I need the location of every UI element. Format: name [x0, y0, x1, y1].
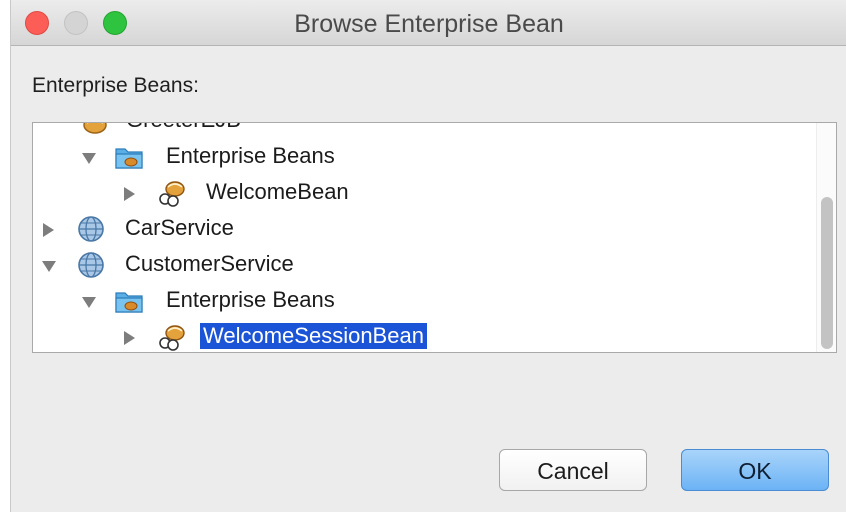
expand-arrow-icon[interactable] [124, 331, 135, 345]
globe-icon [78, 252, 104, 278]
tree-node-label: WelcomeBean [206, 179, 349, 204]
ok-button[interactable]: OK [681, 449, 829, 491]
tree-node-customerservice[interactable]: CustomerService [33, 247, 813, 283]
session-bean-icon [159, 181, 185, 207]
title-bar[interactable]: Browse Enterprise Bean [11, 0, 846, 46]
browse-enterprise-bean-dialog: Browse Enterprise Bean Enterprise Beans:… [10, 0, 846, 512]
tree-node-welcomebean[interactable]: WelcomeBean [33, 175, 813, 211]
bean-folder-icon [115, 148, 143, 169]
tree-node-welcomesessionbean[interactable]: WelcomeSessionBean [33, 319, 813, 352]
expand-arrow-icon[interactable] [124, 187, 135, 201]
enterprise-beans-label: Enterprise Beans: [32, 74, 199, 97]
tree-node-label-selected: WelcomeSessionBean [200, 323, 427, 349]
window-title: Browse Enterprise Bean [294, 10, 564, 38]
tree-node-label: Enterprise Beans [166, 287, 335, 312]
tree-node-label: CustomerService [125, 251, 294, 276]
cancel-button[interactable]: Cancel [499, 449, 647, 491]
collapse-arrow-icon[interactable] [82, 297, 96, 308]
collapse-arrow-icon[interactable] [82, 153, 96, 164]
session-bean-icon [159, 325, 185, 351]
vertical-scrollbar[interactable] [816, 123, 836, 352]
enterprise-beans-tree[interactable]: GreeterEJB Enterprise Beans WelcomeBean [32, 122, 837, 353]
collapse-arrow-icon[interactable] [42, 261, 56, 272]
scrollbar-thumb[interactable] [821, 197, 833, 349]
tree-node-enterprise-beans-1[interactable]: Enterprise Beans [33, 139, 813, 175]
globe-icon [78, 216, 104, 242]
tree-node-label: GreeterEJB [123, 123, 244, 133]
tree-node-enterprise-beans-2[interactable]: Enterprise Beans [33, 283, 813, 319]
expand-arrow-icon[interactable] [43, 223, 54, 237]
tree-node-label: Enterprise Beans [166, 143, 335, 168]
bean-folder-icon [115, 292, 143, 313]
jar-bean-icon [83, 123, 107, 134]
tree-node-carservice[interactable]: CarService [33, 211, 813, 247]
tree-node-greeterejb[interactable]: GreeterEJB [33, 123, 813, 139]
tree-node-label: CarService [125, 215, 234, 240]
